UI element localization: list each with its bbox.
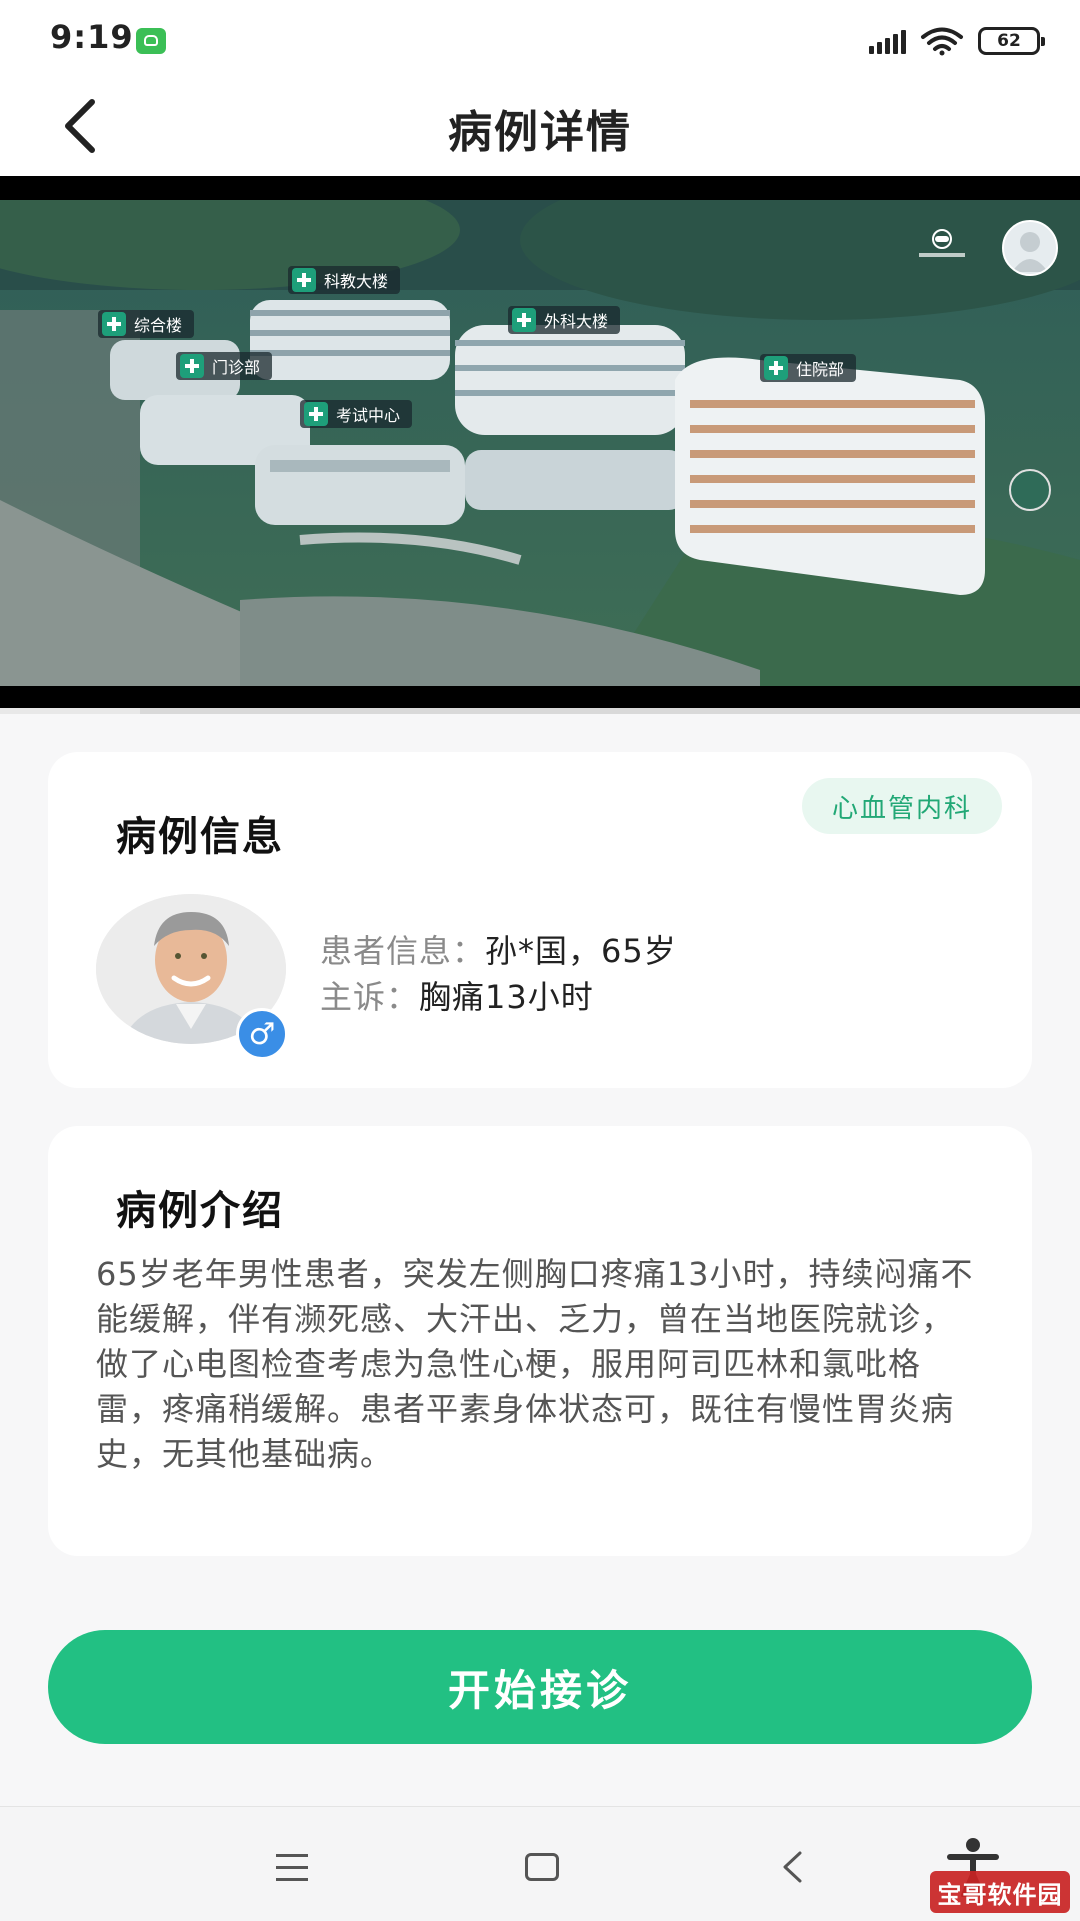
hospital-cross-icon [512, 308, 536, 332]
case-info-card: 病例信息 心血管内科 ♂ 患者信息：孙*国，65岁 主诉：胸痛13小时 [48, 752, 1032, 1088]
recent-apps-button[interactable] [262, 1845, 322, 1889]
watermark-logo: 宝哥软件园 [930, 1871, 1070, 1913]
map-label-outpatient[interactable]: 门诊部 [176, 352, 273, 380]
hospital-aerial-image: 科教大楼 综合楼 外科大楼 门诊部 住院部 考试中心 [0, 200, 1080, 686]
map-label-general[interactable]: 综合楼 [98, 310, 195, 338]
patient-info-value: 孙*国，65岁 [485, 932, 677, 970]
complaint-label: 主诉： [320, 978, 420, 1016]
male-gender-icon: ♂ [236, 1008, 288, 1060]
hospital-cross-icon [304, 402, 328, 426]
hospital-cross-icon [180, 354, 204, 378]
start-consultation-button[interactable]: 开始接诊 [48, 1630, 1032, 1744]
logo-icon [932, 229, 952, 249]
case-intro-card: 病例介绍 65岁老年男性患者，突发左侧胸口疼痛13小时，持续闷痛不能缓解，伴有濒… [48, 1126, 1032, 1556]
wifi-icon [921, 27, 963, 56]
nav-bar: 病例详情 [0, 80, 1080, 176]
map-label-exam-center[interactable]: 考试中心 [300, 400, 413, 428]
department-tag: 心血管内科 [801, 778, 1002, 834]
menu-icon [276, 1853, 308, 1881]
hospital-scene-illustration [0, 200, 1080, 686]
hospital-cross-icon [764, 356, 788, 380]
app-notification-icon [136, 28, 166, 54]
status-time: 9:19 [50, 18, 134, 56]
case-intro-text: 65岁老年男性患者，突发左侧胸口疼痛13小时，持续闷痛不能缓解，伴有濒死感、大汗… [96, 1255, 974, 1473]
map-label-surgery[interactable]: 外科大楼 [508, 306, 621, 334]
home-button[interactable] [512, 1845, 572, 1889]
map-label-teaching[interactable]: 科教大楼 [288, 266, 401, 294]
patient-info-label: 患者信息： [320, 932, 486, 970]
signal-icon [869, 28, 906, 54]
status-bar: 9:19 62 [0, 0, 1080, 80]
battery-icon: 62 [978, 27, 1045, 55]
case-info-title: 病例信息 [116, 814, 284, 860]
complaint-value: 胸痛13小时 [419, 978, 594, 1016]
system-back-button[interactable] [762, 1845, 822, 1889]
user-avatar-icon[interactable] [1002, 220, 1058, 276]
hospital-cross-icon [292, 268, 316, 292]
system-nav-bar: 宝哥软件园 [0, 1806, 1080, 1921]
square-icon [525, 1853, 559, 1881]
battery-level: 62 [997, 31, 1021, 51]
video-player[interactable]: 科教大楼 综合楼 外科大楼 门诊部 住院部 考试中心 [0, 176, 1080, 714]
chevron-left-icon [783, 1851, 802, 1883]
video-progress-fill [0, 708, 141, 714]
video-logo [916, 228, 968, 258]
complaint-row: 主诉：胸痛13小时 [320, 972, 594, 1018]
patient-info-row: 患者信息：孙*国，65岁 [320, 926, 677, 972]
person-icon [1012, 232, 1048, 272]
hospital-cross-icon [102, 312, 126, 336]
status-indicators: 62 [869, 26, 1045, 56]
map-label-inpatient[interactable]: 住院部 [760, 354, 857, 382]
case-intro-title: 病例介绍 [116, 1188, 284, 1234]
video-progress-bar[interactable] [0, 708, 1080, 714]
page-title: 病例详情 [448, 107, 632, 158]
